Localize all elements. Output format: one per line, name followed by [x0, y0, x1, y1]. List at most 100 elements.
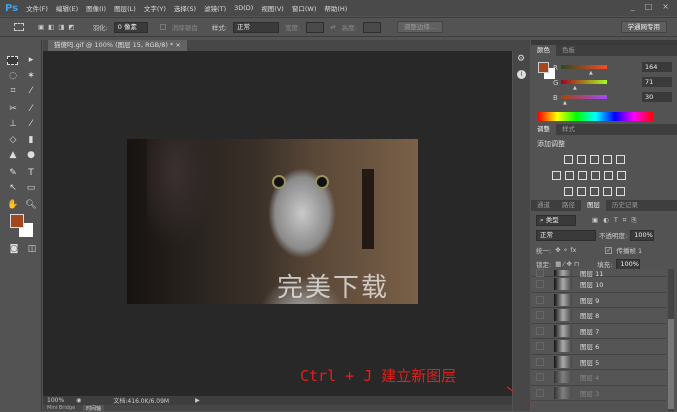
g-slider[interactable]	[561, 80, 607, 84]
brush-tool-icon[interactable]: ⁄	[24, 103, 38, 115]
menu-edit[interactable]: 编辑(E)	[56, 3, 78, 13]
layer-row[interactable]: 图层 9	[531, 292, 666, 308]
menu-file[interactable]: 文件(F)	[26, 3, 48, 13]
layer-row[interactable]: 图层 11	[531, 268, 666, 278]
propagate-checkbox[interactable]: ✓	[605, 246, 613, 254]
quick-select-tool-icon[interactable]: ✶	[24, 70, 38, 82]
quick-mask-icon[interactable]: ◙	[7, 243, 21, 255]
antialias-checkbox[interactable]	[159, 24, 166, 30]
close-button[interactable]: ×	[662, 2, 669, 11]
lasso-tool-icon[interactable]: ◌	[6, 70, 20, 82]
layer-row[interactable]: 图层 7	[531, 323, 666, 339]
r-value[interactable]: 164	[642, 62, 672, 72]
filter-icons[interactable]: ▣◐T⌗⎘	[592, 216, 642, 225]
fill-input[interactable]: 100%	[616, 258, 641, 270]
layers-scrollbar[interactable]	[668, 269, 674, 411]
r-slider-thumb[interactable]: ▲	[589, 70, 593, 76]
screen-mode-icon[interactable]: ◫	[25, 243, 39, 255]
menu-3d[interactable]: 3D(D)	[234, 4, 253, 12]
history-panel-icon[interactable]: ⚙	[517, 54, 525, 64]
refine-edge-button[interactable]: 调整边缘...	[396, 21, 444, 33]
lock-icons[interactable]: ▦ ⁄ ✥ ⊓	[555, 260, 579, 268]
height-input[interactable]	[362, 21, 381, 33]
tab-paths[interactable]: 路径	[556, 200, 581, 211]
gradient-tool-icon[interactable]: ▮	[24, 134, 38, 146]
zoom-level[interactable]: 100%	[47, 397, 64, 404]
tab-swatches[interactable]: 色板	[556, 45, 581, 56]
style-select[interactable]: 正常	[232, 21, 279, 33]
layer-row[interactable]: 图层 5	[531, 354, 666, 370]
layer-row[interactable]: 图层 6	[531, 339, 666, 355]
layer-row[interactable]: 图层 3	[531, 385, 666, 401]
maximize-button[interactable]: □	[645, 2, 653, 11]
unify-icons[interactable]: ✥ ⚬ fx	[555, 246, 576, 254]
menu-select[interactable]: 选择(S)	[174, 3, 196, 13]
g-value[interactable]: 71	[642, 77, 672, 87]
menu-help[interactable]: 帮助(H)	[324, 3, 347, 13]
width-input[interactable]	[306, 21, 325, 33]
tab-color[interactable]: 颜色	[531, 45, 556, 56]
move-tool-icon[interactable]: ▸	[24, 54, 38, 66]
color-fg-swatch[interactable]	[538, 62, 549, 73]
eyedropper-tool-icon[interactable]: ⁄	[24, 85, 38, 97]
selection-mode-icons[interactable]: ▣◧◨◩	[38, 23, 79, 31]
g-slider-thumb[interactable]: ▲	[573, 85, 577, 91]
blend-mode-select[interactable]: 正常	[536, 229, 596, 241]
minimize-button[interactable]: _	[631, 2, 635, 11]
b-value[interactable]: 30	[642, 92, 672, 102]
status-menu-arrow-icon[interactable]: ▶	[195, 397, 200, 404]
feather-input[interactable]: 0 像素	[113, 21, 148, 33]
document-tab[interactable]: 猫傻吗.gif @ 100% (图层 15, RGB/8) * ×	[48, 40, 187, 51]
history-brush-tool-icon[interactable]: ⁄	[24, 118, 38, 130]
pen-tool-icon[interactable]: ✎	[6, 167, 20, 179]
menu-filter[interactable]: 滤镜(T)	[204, 3, 226, 13]
document-image[interactable]: 完美下载	[127, 139, 418, 304]
b-slider[interactable]	[561, 95, 607, 99]
color-spectrum[interactable]	[538, 112, 653, 121]
opacity-input[interactable]: 100%	[630, 229, 655, 241]
feather-label: 羽化:	[92, 24, 108, 32]
menu-type[interactable]: 文字(Y)	[144, 3, 166, 13]
adjustment-icons[interactable]	[537, 154, 671, 202]
info-panel-icon[interactable]: i	[517, 70, 526, 79]
dodge-tool-icon[interactable]: ●	[24, 149, 38, 161]
tab-styles[interactable]: 样式	[556, 124, 581, 135]
menu-window[interactable]: 窗口(W)	[292, 3, 317, 13]
menu-view[interactable]: 视图(V)	[261, 3, 284, 13]
cat-eye-right	[315, 175, 329, 189]
tab-layers[interactable]: 图层	[581, 200, 606, 211]
layer-filter-select[interactable]: ⌕ 类型	[536, 215, 576, 226]
layer-row[interactable]: 图层 10	[531, 277, 666, 293]
b-slider-thumb[interactable]: ▲	[563, 100, 567, 106]
tab-history[interactable]: 历史记录	[606, 200, 644, 211]
hand-tool-icon[interactable]: ✋	[6, 199, 20, 211]
menu-image[interactable]: 图像(I)	[86, 3, 106, 13]
layers-controls: ⌕ 类型 ▣◐T⌗⎘ 正常 不透明度: 100% 统一: ✥ ⚬ fx ✓ 传播…	[531, 211, 677, 274]
tab-channels[interactable]: 通道	[531, 200, 556, 211]
tab-timeline[interactable]: 时间轴	[83, 405, 105, 412]
eraser-tool-icon[interactable]: ◇	[6, 134, 20, 146]
type-tool-icon[interactable]: T	[24, 167, 38, 179]
marquee-preset-icon[interactable]	[14, 23, 24, 31]
crop-tool-icon[interactable]: ⌗	[6, 85, 20, 97]
workspace-button[interactable]: 学通网专用	[620, 21, 667, 33]
swap-icon[interactable]: ⇄	[330, 23, 335, 31]
foreground-color-swatch[interactable]	[10, 214, 24, 228]
close-tab-icon[interactable]: ×	[175, 41, 180, 49]
layer-row[interactable]: 图层 4	[531, 370, 666, 386]
healing-tool-icon[interactable]: ✂	[6, 103, 20, 115]
blur-tool-icon[interactable]: ▲	[6, 149, 20, 161]
zoom-tool-icon[interactable]: 🔍︎	[24, 199, 38, 211]
menu-layer[interactable]: 图层(L)	[114, 3, 136, 13]
tab-mini-bridge[interactable]: Mini Bridge	[47, 405, 75, 411]
marquee-tool-icon[interactable]	[7, 56, 18, 65]
unify-label: 统一:	[536, 247, 552, 255]
stamp-tool-icon[interactable]: ⊥	[6, 118, 20, 130]
right-panels: 颜色 色板 R ▲ 164 G ▲ 71 B ▲ 30 调整 样式 添加调整 通…	[531, 40, 677, 411]
path-select-tool-icon[interactable]: ↖	[6, 182, 20, 194]
status-icon[interactable]: ◉	[76, 397, 81, 404]
shape-tool-icon[interactable]: ▭	[24, 182, 38, 194]
tab-adjustments[interactable]: 调整	[531, 124, 556, 135]
layer-row[interactable]: 图层 8	[531, 308, 666, 324]
r-slider[interactable]	[561, 65, 607, 69]
